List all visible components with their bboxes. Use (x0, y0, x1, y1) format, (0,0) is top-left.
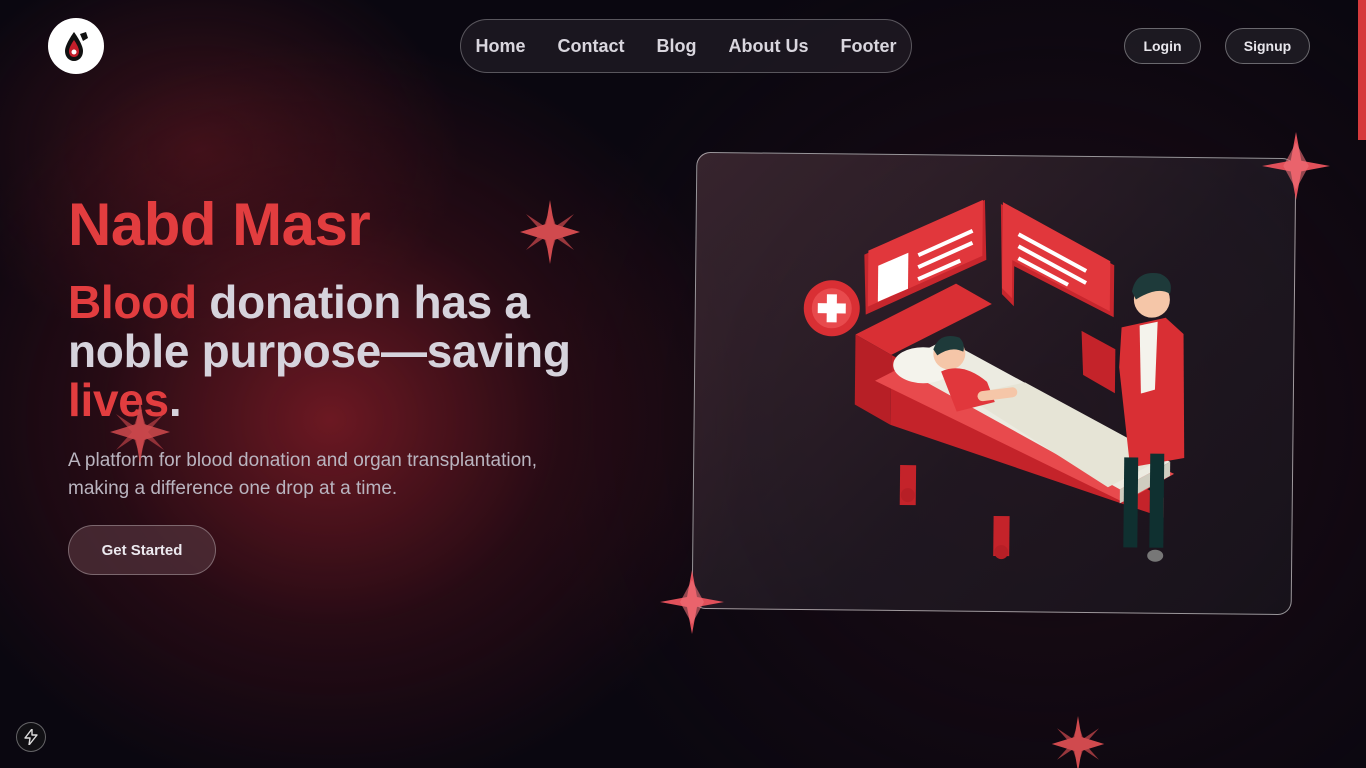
sparkle-star-icon (1262, 132, 1330, 200)
get-started-button[interactable]: Get Started (68, 525, 216, 575)
main-nav: Home Contact Blog About Us Footer (460, 19, 912, 73)
brand-title: Nabd Masr (68, 191, 371, 258)
logo[interactable] (48, 18, 104, 74)
sparkle-star-icon (660, 570, 724, 634)
blood-drop-logo-icon (65, 32, 88, 61)
scroll-indicator (1358, 0, 1366, 140)
headline-accent-blood: Blood (68, 276, 197, 328)
sparkle-star-icon (1051, 716, 1105, 768)
sparkle-star-icon (520, 200, 580, 264)
illustration-card (691, 151, 1297, 616)
lightning-bolt-icon (24, 729, 38, 745)
nav-footer[interactable]: Footer (841, 36, 897, 57)
nav-about-us[interactable]: About Us (729, 36, 809, 57)
nav-home[interactable]: Home (475, 36, 525, 57)
login-button[interactable]: Login (1124, 28, 1201, 64)
sparkle-star-icon (110, 400, 170, 464)
hospital-bed-doctor-illustration (803, 199, 1185, 562)
nav-contact[interactable]: Contact (558, 36, 625, 57)
nav-blog[interactable]: Blog (657, 36, 697, 57)
signup-button[interactable]: Signup (1225, 28, 1310, 64)
dev-tools-button[interactable] (16, 722, 46, 752)
